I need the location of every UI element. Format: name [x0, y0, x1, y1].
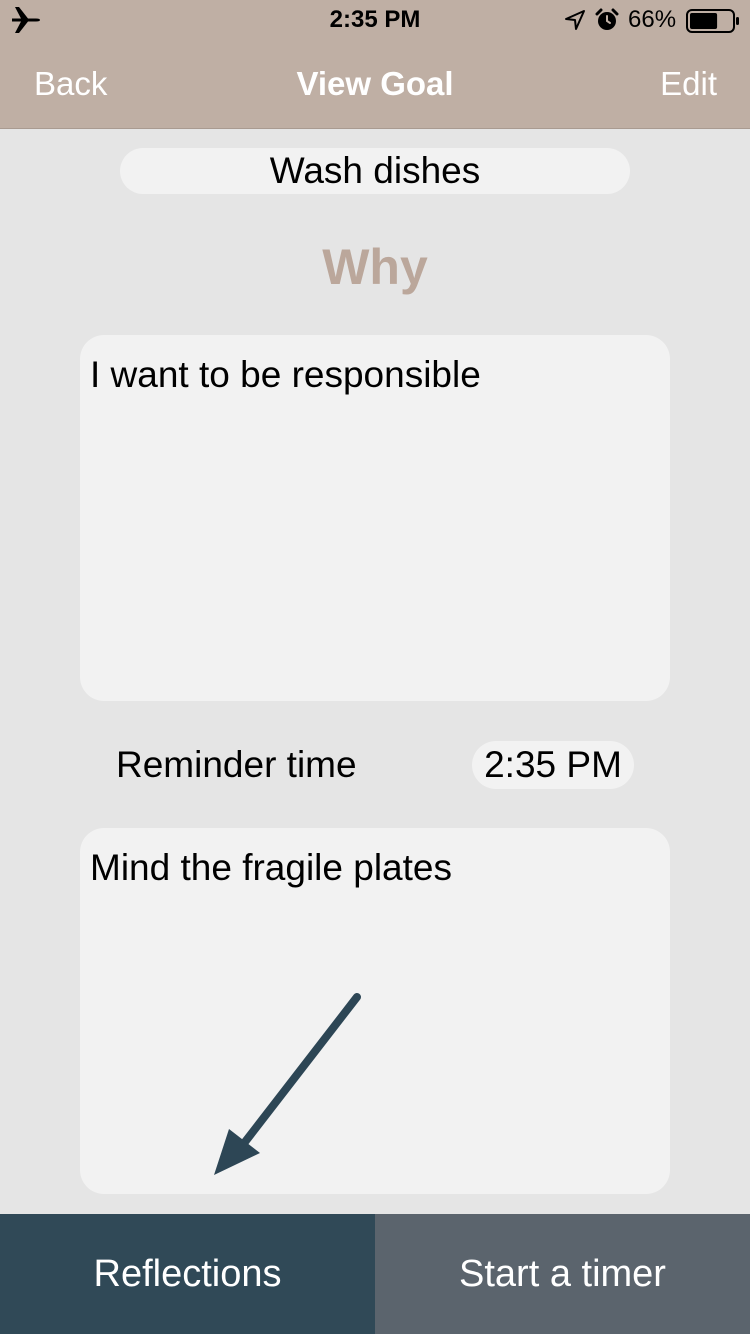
reminder-time-label: Reminder time: [116, 744, 357, 785]
page-title: View Goal: [296, 65, 454, 102]
why-text: I want to be responsible: [90, 354, 481, 395]
start-timer-button[interactable]: Start a timer: [375, 1214, 750, 1334]
navigation-header: 2:35 PM 66% Back View Goal Edit: [0, 0, 750, 129]
reflections-button[interactable]: Reflections: [0, 1214, 375, 1334]
alarm-clock-icon: [595, 8, 619, 30]
why-text-area[interactable]: I want to be responsible: [80, 335, 670, 701]
goal-name-field[interactable]: Wash dishes: [120, 148, 630, 194]
why-heading: Why: [322, 239, 428, 295]
battery-percent: 66%: [628, 6, 677, 33]
arrow-pointer-graphic: [214, 993, 361, 1175]
battery-icon: [686, 9, 739, 33]
edit-button[interactable]: Edit: [660, 62, 717, 106]
notes-text-area[interactable]: Mind the fragile plates: [80, 828, 670, 1194]
location-arrow-icon: [565, 10, 585, 30]
notes-text: Mind the fragile plates: [90, 847, 452, 888]
reminder-time-value[interactable]: 2:35 PM: [472, 741, 634, 789]
status-bar: 2:35 PM 66%: [0, 0, 750, 40]
